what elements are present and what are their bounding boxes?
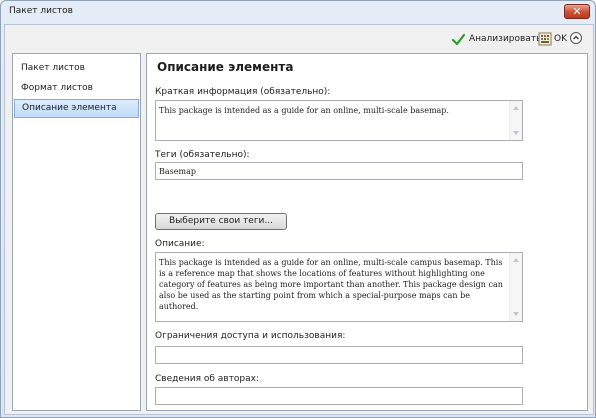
scroll-down-icon[interactable] xyxy=(513,312,519,316)
description-label: Описание: xyxy=(155,239,205,249)
access-constraints-field[interactable] xyxy=(155,346,523,364)
window-title: Пакет листов xyxy=(9,6,73,16)
sidebar-item-sheet-format[interactable]: Формат листов xyxy=(14,79,139,98)
close-button[interactable]: ✕ xyxy=(564,4,590,19)
scroll-up-icon[interactable] xyxy=(513,258,519,262)
summary-text: This package is intended as a guide for … xyxy=(159,106,449,115)
summary-scrollbar[interactable] xyxy=(509,101,522,140)
sidebar-item-label: Описание элемента xyxy=(22,103,117,113)
description-text: This package is intended as a guide for … xyxy=(159,258,503,311)
scroll-down-icon[interactable] xyxy=(513,131,519,135)
credits-label: Сведения об авторах: xyxy=(155,374,259,384)
analyze-label: Анализировать xyxy=(469,34,542,44)
analyze-button[interactable]: Анализировать xyxy=(452,31,541,47)
access-constraints-label: Ограничения доступа и использования: xyxy=(155,331,346,341)
scroll-up-icon[interactable] xyxy=(513,106,519,110)
tags-label: Теги (обязательно): xyxy=(155,150,250,160)
package-window: Пакет листов ✕ Анализировать OK Пакет ли… xyxy=(0,0,596,418)
toolbar: Анализировать OK xyxy=(5,25,593,53)
sidebar-item-item-description[interactable]: Описание элемента xyxy=(14,99,139,118)
package-icon xyxy=(538,32,552,46)
sidebar-item-label: Пакет листов xyxy=(21,63,85,73)
choose-tags-button[interactable]: Выберите свои теги... xyxy=(155,213,287,230)
chevron-up-icon xyxy=(573,35,579,40)
checkmark-icon xyxy=(452,33,465,45)
description-field[interactable]: This package is intended as a guide for … xyxy=(155,252,523,322)
tags-text: Basemap xyxy=(159,167,196,176)
item-description-panel: Описание элемента Краткая информация (об… xyxy=(146,53,588,411)
sidebar-item-label: Формат листов xyxy=(21,83,93,93)
summary-label: Краткая информация (обязательно): xyxy=(155,87,331,97)
sidebar-item-package[interactable]: Пакет листов xyxy=(14,59,139,78)
page-title: Описание элемента xyxy=(157,60,294,74)
summary-field[interactable]: This package is intended as a guide for … xyxy=(155,100,523,141)
description-scrollbar[interactable] xyxy=(509,253,522,321)
close-icon: ✕ xyxy=(572,5,582,18)
sidebar: Пакет листов Формат листов Описание элем… xyxy=(12,53,141,411)
collapse-button[interactable] xyxy=(570,32,582,44)
title-bar[interactable]: Пакет листов ✕ xyxy=(1,1,595,23)
tags-field[interactable]: Basemap xyxy=(155,162,523,180)
dialog-client-area: Анализировать OK Пакет листов Формат лис… xyxy=(4,24,594,415)
ok-button[interactable]: OK xyxy=(538,30,567,48)
credits-field[interactable] xyxy=(155,387,523,405)
ok-label: OK xyxy=(554,34,567,44)
